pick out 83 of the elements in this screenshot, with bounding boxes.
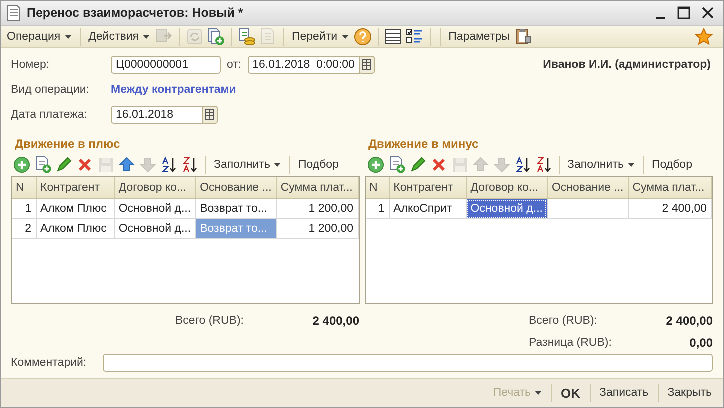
column-header[interactable]: N (366, 177, 390, 199)
column-header[interactable]: Основание ... (196, 177, 276, 199)
field-label: Номер: (11, 58, 51, 71)
document-coins-icon[interactable] (238, 28, 256, 46)
checklist-icon[interactable] (406, 28, 424, 46)
total-value: 2 400,00 (665, 314, 713, 328)
footer-button[interactable]: Закрыть (664, 387, 715, 400)
sort-ascending-icon[interactable] (160, 156, 178, 174)
comment-field[interactable] (103, 354, 713, 372)
toolbar-button[interactable]: Подбор (650, 159, 694, 172)
caret-icon (628, 163, 635, 168)
section-title: Движение в минус (368, 136, 480, 154)
field-label: от: (227, 58, 242, 71)
clipboard-icon[interactable] (514, 28, 533, 46)
menu-button[interactable]: Действия (86, 30, 152, 43)
table-cell: Основной д... (114, 218, 196, 239)
caret-icon (274, 163, 282, 168)
table-cell: Возврат то... (196, 218, 276, 239)
close-icon[interactable] (701, 6, 715, 20)
user-name: Иванов И.И. (администратор) (543, 58, 712, 71)
operation-link[interactable]: Между контрагентами (111, 84, 236, 96)
add-icon[interactable] (13, 156, 31, 174)
field-label: Дата платежа: (11, 108, 88, 121)
column-header[interactable]: Договор ко... (466, 177, 548, 199)
total-label: Всего (RUB): (529, 315, 598, 328)
field-label: Вид операции: (11, 84, 90, 96)
table-cell: Алком Плюс (36, 198, 114, 219)
table-cell: Алком Плюс (36, 218, 114, 239)
calendar-icon[interactable] (202, 106, 218, 124)
table-cell: Основной д... (114, 198, 196, 219)
total-label: Всего (RUB): (176, 315, 245, 328)
column-header[interactable]: Сумма плат... (628, 177, 712, 199)
pencil-icon[interactable] (55, 156, 73, 174)
menu-button[interactable]: Заполнить (212, 159, 284, 172)
copy-icon[interactable] (34, 156, 52, 174)
column-header[interactable]: Контрагент (36, 177, 114, 199)
pencil-icon[interactable] (408, 156, 426, 174)
sort-ascending-icon[interactable] (514, 156, 532, 174)
list-icon[interactable] (384, 28, 403, 46)
caret-icon (143, 34, 150, 39)
menu-button[interactable]: Заполнить (566, 159, 637, 172)
footer-button[interactable]: Записать (596, 387, 652, 400)
section-title: Движение в плюс (14, 136, 122, 154)
table-cell: АлкоСприт (389, 198, 466, 219)
menu-button[interactable]: Перейти (290, 30, 351, 43)
menu-button[interactable]: Операция (5, 30, 74, 43)
document-add-icon[interactable] (207, 28, 225, 46)
table-cell: 1 (12, 198, 36, 219)
add-icon[interactable] (366, 156, 384, 174)
field-label: Комментарий: (11, 357, 88, 370)
number-field[interactable]: Ц0000000001 (111, 56, 221, 74)
help-icon[interactable] (354, 28, 372, 46)
table-cell: 2 400,00 (628, 198, 712, 219)
total-value: 0,00 (688, 336, 713, 350)
window-title: Перенос взаиморасчетов: Новый * (27, 6, 244, 20)
caret-icon (64, 34, 72, 39)
sort-descending-icon[interactable] (181, 156, 199, 174)
sort-descending-icon[interactable] (534, 156, 552, 174)
total-value: 2 400,00 (312, 314, 360, 328)
caret-icon (535, 391, 542, 396)
maximize-icon[interactable] (677, 6, 691, 20)
caret-icon (342, 34, 349, 39)
toolbar-button[interactable]: Подбор (296, 159, 341, 172)
calendar-icon[interactable] (358, 56, 375, 74)
column-header[interactable]: N (12, 177, 36, 199)
column-header[interactable]: Основание ... (547, 177, 628, 199)
copy-icon[interactable] (388, 156, 406, 174)
table-cell: 2 (12, 218, 36, 239)
column-header[interactable]: Сумма плат... (276, 177, 358, 199)
table-cell: Основной д... (466, 198, 548, 219)
footer-button[interactable]: OK (558, 386, 584, 401)
table-cell: 1 200,00 (276, 198, 358, 219)
document-icon (7, 4, 21, 21)
star-icon[interactable] (695, 28, 713, 46)
toolbar-button[interactable]: Параметры (446, 30, 512, 43)
table-cell: 1 (366, 198, 390, 219)
total-label: Разница (RUB): (529, 337, 613, 350)
column-header[interactable]: Договор ко... (114, 177, 196, 199)
date-field[interactable]: 16.01.2018 0:00:00 (248, 56, 360, 74)
column-header[interactable]: Контрагент (389, 177, 466, 199)
date-field[interactable]: 16.01.2018 (111, 106, 203, 124)
table-cell: 1 200,00 (276, 218, 358, 239)
arrow-up-icon[interactable] (118, 156, 136, 174)
